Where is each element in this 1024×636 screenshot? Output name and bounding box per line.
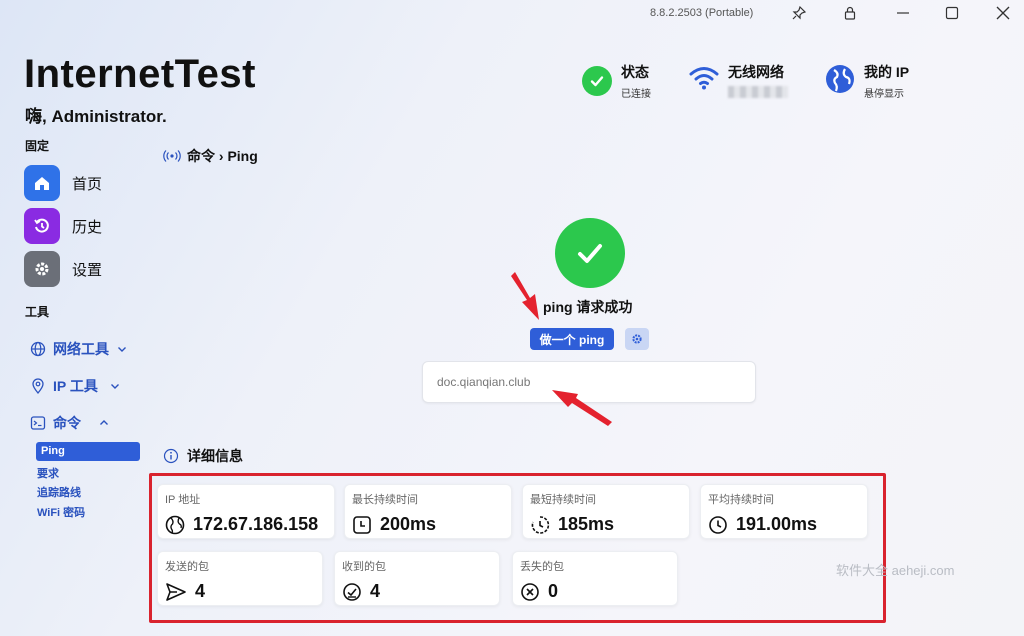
- connection-status: 状态 已连接: [582, 62, 651, 100]
- status-value: 已连接: [621, 89, 651, 100]
- wifi-icon: [688, 65, 720, 96]
- sidebar-subitem-request[interactable]: 要求: [37, 465, 59, 481]
- stat-label: 丢失的包: [520, 561, 564, 573]
- clock-icon: [709, 515, 727, 534]
- close-icon[interactable]: [991, 1, 1015, 25]
- stat-label: 最长持续时间: [352, 494, 418, 506]
- wifi-label: 无线网络: [728, 64, 784, 80]
- history-icon: [24, 208, 60, 244]
- stat-value: 200ms: [380, 514, 437, 534]
- sidebar-item-network-tools[interactable]: 网络工具: [30, 339, 127, 359]
- sidebar-item-label: 历史: [72, 218, 103, 236]
- ping-result-text: ping 请求成功: [543, 299, 633, 315]
- globe-icon: [30, 341, 46, 357]
- terminal-icon: [30, 416, 46, 430]
- location-icon: [32, 378, 44, 394]
- stat-label: 收到的包: [342, 561, 386, 573]
- stat-card-min-duration: 最短持续时间 185ms: [522, 484, 690, 539]
- stat-label: 平均持续时间: [708, 494, 774, 506]
- details-heading: 详细信息: [163, 446, 243, 466]
- breadcrumb: 命令 › Ping: [163, 146, 258, 166]
- broadcast-icon: [163, 150, 181, 162]
- chevron-down-icon: [118, 347, 126, 352]
- sidebar-item-label: 网络工具: [53, 341, 109, 357]
- status-label: 状态: [621, 64, 649, 80]
- sidebar-item-commands[interactable]: 命令: [30, 413, 109, 433]
- ping-settings-button[interactable]: [625, 328, 649, 350]
- clock-square-icon: [353, 515, 371, 534]
- lost-icon: [521, 582, 539, 601]
- stat-card-avg-duration: 平均持续时间 191.00ms: [700, 484, 868, 539]
- chevron-down-icon: [110, 384, 119, 389]
- stat-card-lost: 丢失的包 0: [512, 551, 678, 606]
- sidebar-item-history[interactable]: 历史: [24, 208, 102, 244]
- host-input[interactable]: [422, 361, 756, 403]
- pin-icon[interactable]: [787, 1, 811, 25]
- stat-label: 最短持续时间: [530, 494, 596, 506]
- stat-card-ip: IP 地址 172.67.186.158: [157, 484, 335, 539]
- minimize-icon[interactable]: [891, 1, 915, 25]
- sidebar-subitem-ping[interactable]: Ping: [36, 442, 140, 461]
- sidebar-item-label: 命令: [53, 415, 81, 431]
- chevron-up-icon: [100, 420, 108, 425]
- stat-value: 191.00ms: [736, 514, 818, 534]
- sidebar-item-label: IP 工具: [53, 378, 98, 394]
- stat-value: 185ms: [558, 514, 615, 534]
- pinned-section-label: 固定: [25, 139, 50, 153]
- version-label: 8.8.2.2503 (Portable): [650, 7, 754, 19]
- breadcrumb-text: 命令 › Ping: [187, 148, 258, 164]
- timer-icon: [531, 515, 550, 534]
- stat-card-max-duration: 最长持续时间 200ms: [344, 484, 512, 539]
- send-icon: [166, 582, 186, 601]
- tools-section-label: 工具: [25, 305, 50, 319]
- wifi-status: 无线网络: [688, 62, 788, 98]
- sidebar-item-ip-tools[interactable]: IP 工具: [30, 376, 120, 396]
- stat-card-received: 收到的包 4: [334, 551, 500, 606]
- received-icon: [343, 582, 361, 601]
- gear-icon: [632, 334, 642, 344]
- stat-value: 4: [370, 581, 381, 601]
- my-ip-status[interactable]: 我的 IP 悬停显示: [825, 62, 909, 100]
- sidebar-item-label: 设置: [72, 261, 103, 279]
- stat-card-sent: 发送的包 4: [157, 551, 323, 606]
- info-icon: [163, 448, 179, 464]
- sidebar-item-label: 首页: [72, 175, 103, 193]
- stat-value: 0: [548, 581, 559, 601]
- globe-icon: [165, 515, 185, 534]
- check-circle-icon: [582, 66, 612, 96]
- my-ip-label: 我的 IP: [864, 64, 910, 80]
- sidebar-subitem-traceroute[interactable]: 追踪路线: [37, 484, 81, 500]
- wifi-ssid-blurred: [728, 86, 788, 98]
- sidebar-subitem-wifi-password[interactable]: WiFi 密码: [37, 504, 85, 520]
- stat-value: 4: [195, 581, 206, 601]
- success-check-icon: [555, 218, 625, 288]
- details-title: 详细信息: [187, 448, 243, 464]
- stat-label: IP 地址: [165, 494, 201, 506]
- stat-label: 发送的包: [165, 561, 209, 573]
- sidebar-item-settings[interactable]: 设置: [24, 251, 102, 287]
- gear-icon: [24, 251, 60, 287]
- app-title: InternetTest: [24, 52, 256, 96]
- sidebar-item-home[interactable]: 首页: [24, 165, 102, 201]
- lock-icon[interactable]: [838, 1, 862, 25]
- maximize-icon[interactable]: [940, 1, 964, 25]
- globe-icon: [825, 64, 855, 99]
- stat-value: 172.67.186.158: [193, 514, 319, 534]
- home-icon: [24, 165, 60, 201]
- watermark: 软件大全 aeheji.com: [836, 563, 955, 578]
- greeting: 嗨, Administrator.: [25, 107, 167, 126]
- my-ip-value: 悬停显示: [864, 89, 904, 100]
- ping-button[interactable]: 做一个 ping: [530, 328, 614, 350]
